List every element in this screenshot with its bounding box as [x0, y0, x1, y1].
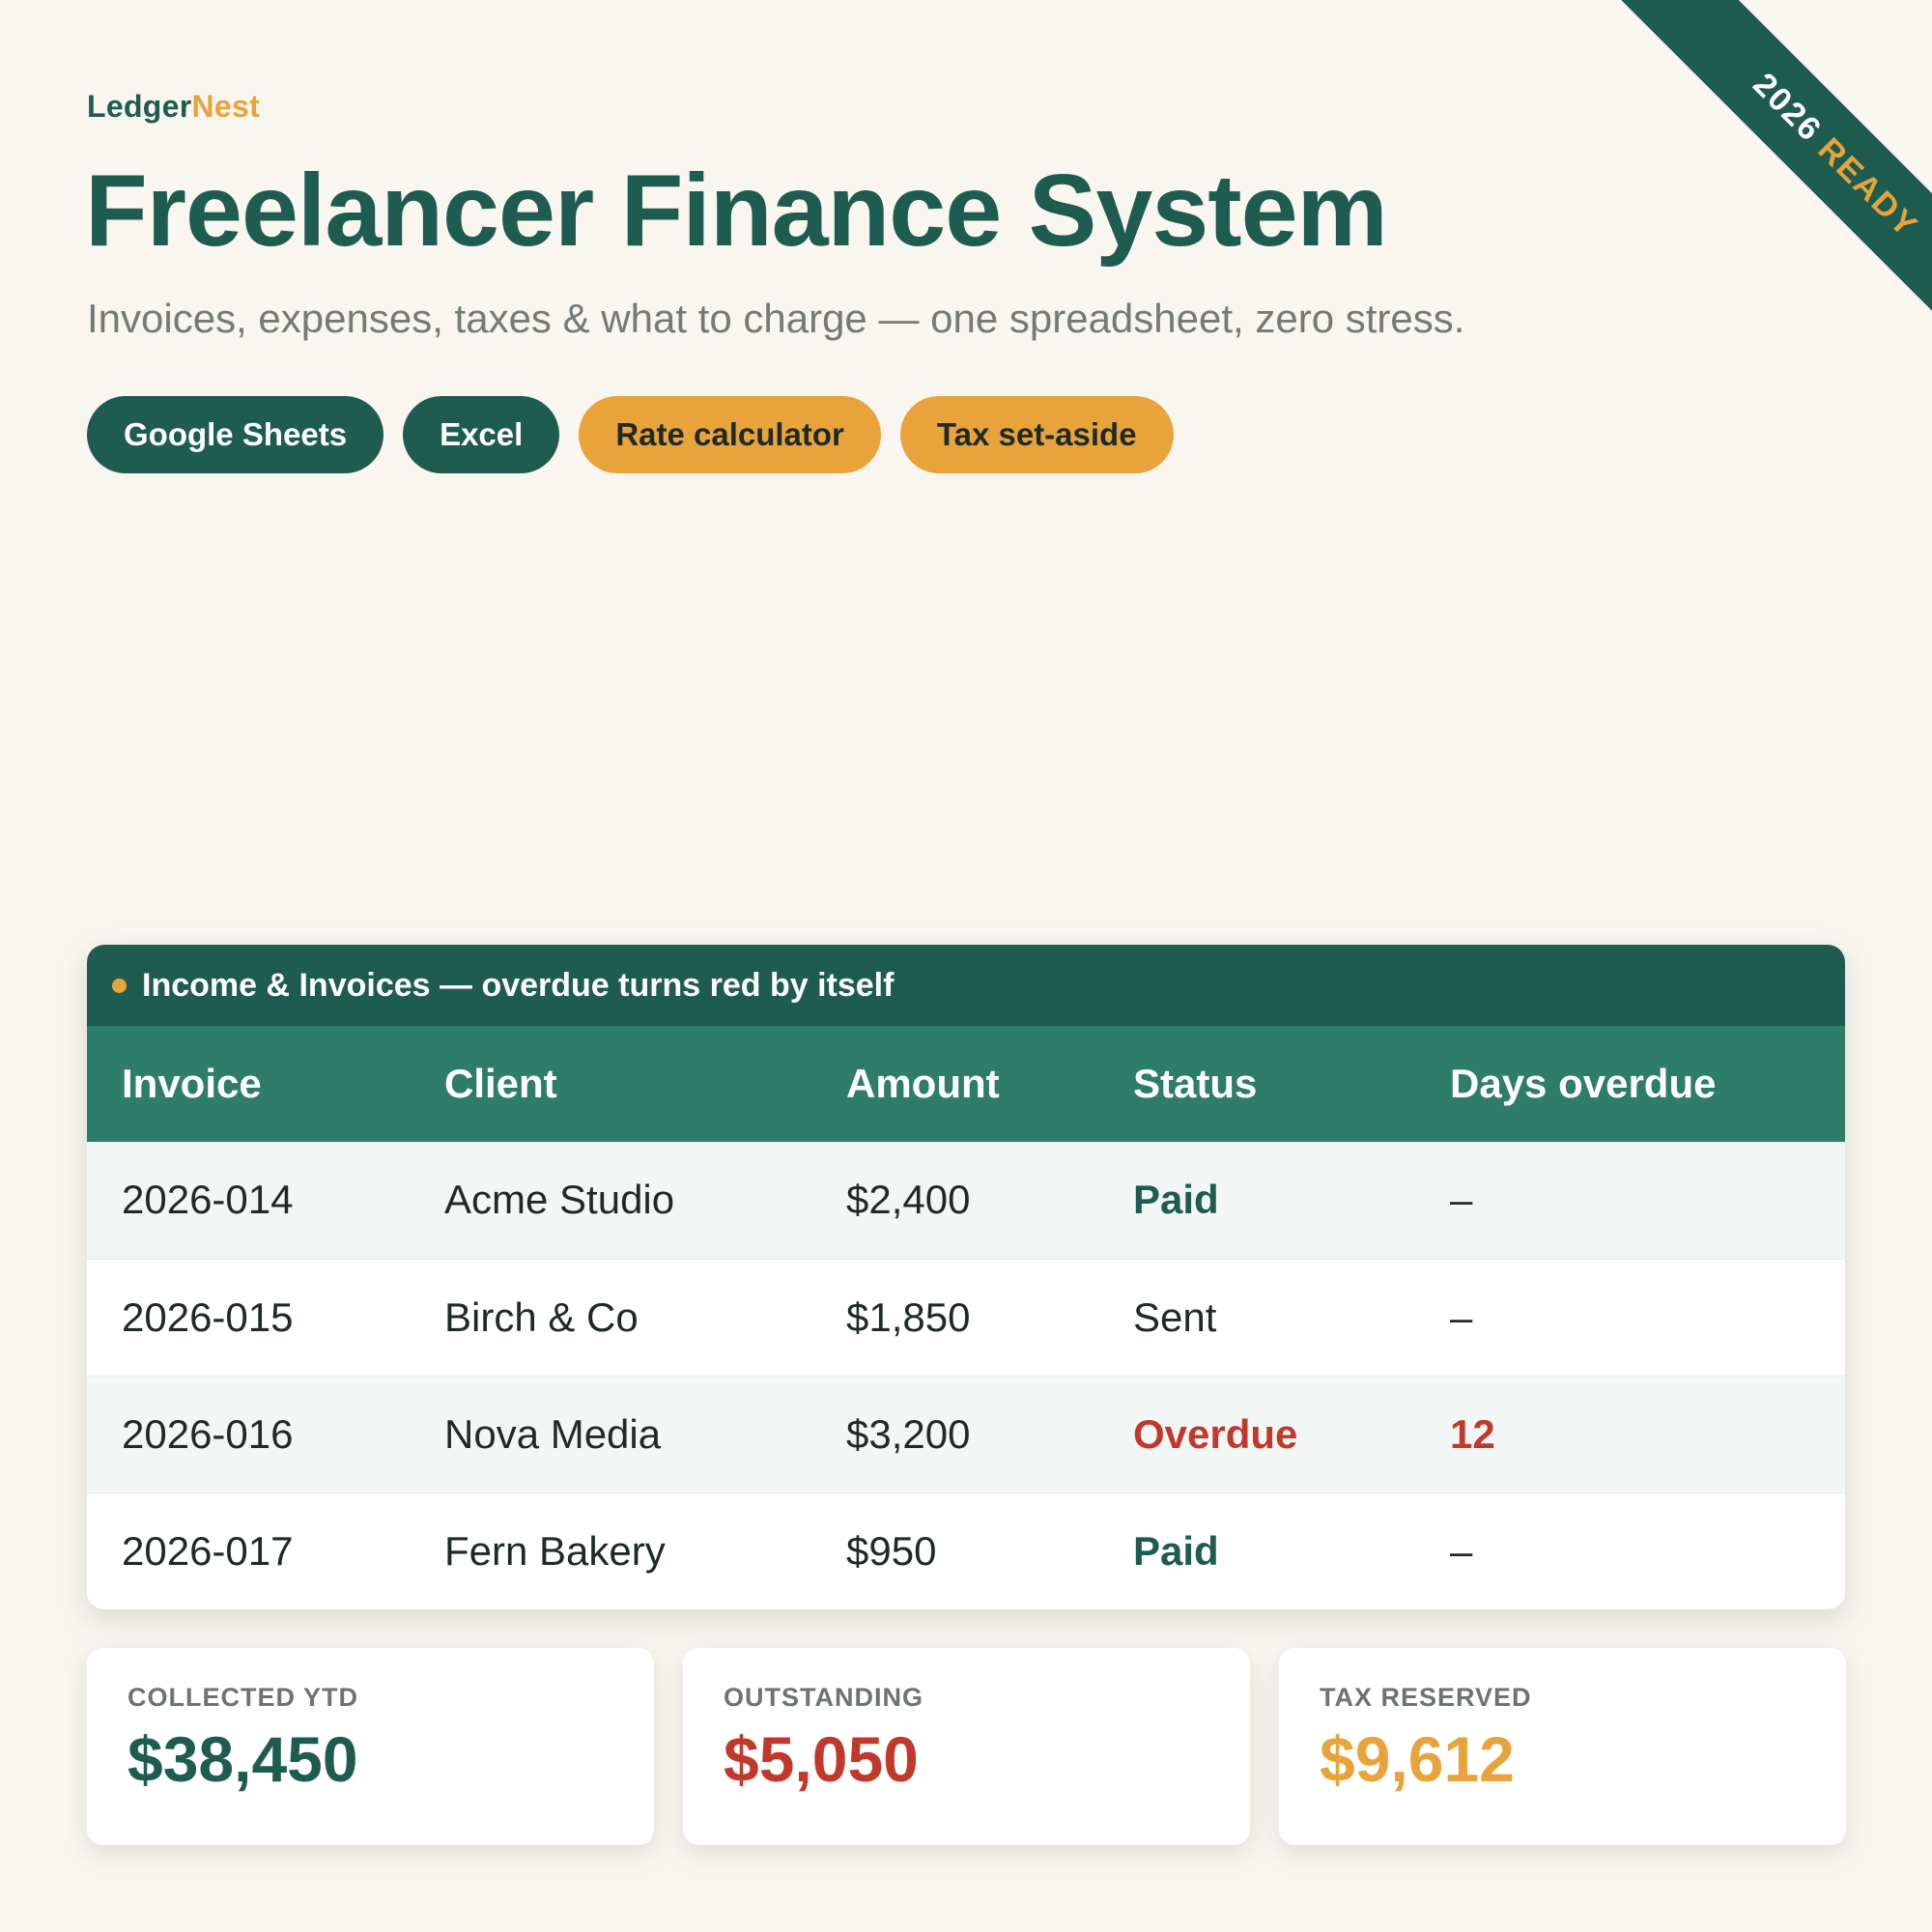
- cell-days-overdue: –: [1450, 1177, 1473, 1223]
- cell-invoice: 2026-014: [122, 1177, 294, 1223]
- invoice-table-card: Income & Invoices — overdue turns red by…: [87, 945, 1845, 1609]
- cell-invoice: 2026-016: [87, 1375, 410, 1492]
- stat-value: $5,050: [724, 1723, 919, 1795]
- cell-client: Fern Bakery: [410, 1492, 811, 1609]
- tag-rate-calculator: Rate calculator: [579, 396, 881, 473]
- column-header-status: Status: [1133, 1061, 1258, 1106]
- caption-dot-icon: [112, 978, 127, 993]
- brand-name-part1: Ledger: [87, 89, 192, 124]
- table-row: 2026-017 Fern Bakery $950 Paid –: [87, 1492, 1845, 1609]
- cell-status: Paid: [1098, 1492, 1415, 1609]
- column-header-days-overdue: Days overdue: [1450, 1061, 1717, 1106]
- stat-label: TAX RESERVED: [1320, 1683, 1532, 1712]
- page-subtitle: Invoices, expenses, taxes & what to char…: [87, 296, 1465, 341]
- column-header-amount: Amount: [846, 1061, 1000, 1106]
- cell-days-overdue: –: [1415, 1492, 1845, 1609]
- tag-excel: Excel: [403, 396, 560, 473]
- brand-name-part2: Nest: [191, 89, 261, 124]
- stat-value: $9,612: [1320, 1723, 1515, 1795]
- stat-card-collected: COLLECTED YTD $38,450: [87, 1648, 654, 1845]
- ribbon-word: READY: [1810, 130, 1925, 245]
- cell-status: Overdue: [1098, 1375, 1415, 1492]
- ribbon-year: 2026: [1746, 66, 1830, 150]
- cell-client: Birch & Co: [410, 1258, 811, 1376]
- cell-days-overdue: 12: [1415, 1375, 1845, 1492]
- stat-label: COLLECTED YTD: [128, 1683, 359, 1712]
- tag-tax-set-aside: Tax set-aside: [899, 396, 1174, 473]
- table-row: 2026-016 Nova Media $3,200 Overdue 12: [87, 1375, 1845, 1492]
- cell-amount: $2,400: [846, 1177, 971, 1223]
- page-title: Freelancer Finance System: [85, 154, 1388, 268]
- cell-client: Acme Studio: [444, 1177, 675, 1223]
- table-caption-text: Income & Invoices — overdue turns red by…: [142, 966, 895, 1004]
- corner-ribbon: 2026 READY: [1526, 0, 1932, 406]
- cell-amount: $3,200: [811, 1375, 1098, 1492]
- table-header-row: Invoice Client Amount Status Days overdu…: [87, 1026, 1845, 1142]
- table-caption: Income & Invoices — overdue turns red by…: [87, 945, 1845, 1026]
- tag-google-sheets: Google Sheets: [87, 396, 384, 473]
- summary-stats: COLLECTED YTD $38,450 OUTSTANDING $5,050…: [87, 1648, 1846, 1845]
- table-row: 2026-014 Acme Studio $2,400 Paid –: [87, 1142, 1845, 1259]
- stat-card-tax-reserved: TAX RESERVED $9,612: [1279, 1648, 1846, 1845]
- cell-amount: $950: [811, 1492, 1098, 1609]
- cell-status: Sent: [1098, 1258, 1415, 1376]
- ribbon-label: 2026 READY: [1614, 0, 1932, 377]
- feature-tags: Google Sheets Excel Rate calculator Tax …: [87, 396, 1174, 473]
- stat-label: OUTSTANDING: [724, 1683, 923, 1712]
- column-header-client: Client: [444, 1061, 557, 1106]
- table-row: 2026-015 Birch & Co $1,850 Sent –: [87, 1258, 1845, 1376]
- stat-value: $38,450: [128, 1723, 358, 1795]
- invoice-table: Invoice Client Amount Status Days overdu…: [87, 1026, 1845, 1609]
- cell-client: Nova Media: [410, 1375, 811, 1492]
- cell-status: Paid: [1133, 1177, 1219, 1223]
- column-header-invoice: Invoice: [122, 1061, 262, 1106]
- brand-logo: LedgerNest: [87, 89, 260, 125]
- cell-amount: $1,850: [811, 1258, 1098, 1376]
- cell-days-overdue: –: [1415, 1258, 1845, 1376]
- cell-invoice: 2026-015: [87, 1258, 410, 1376]
- cell-invoice: 2026-017: [87, 1492, 410, 1609]
- stat-card-outstanding: OUTSTANDING $5,050: [683, 1648, 1250, 1845]
